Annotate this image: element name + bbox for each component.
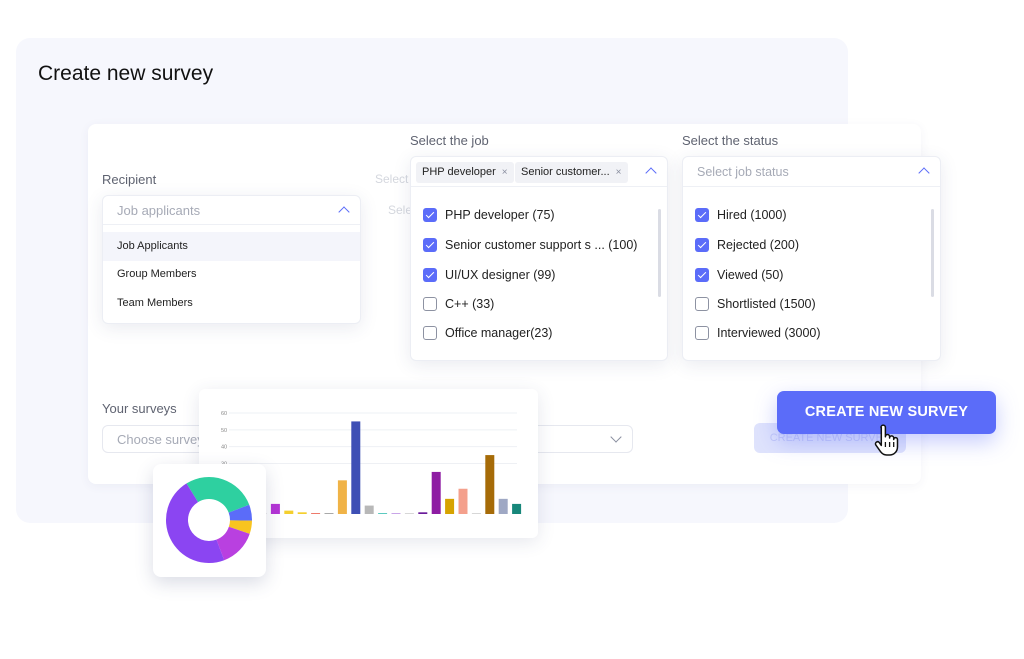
checkbox-checked-icon[interactable]	[423, 268, 437, 282]
y-tick-label: 60	[221, 411, 227, 417]
bar	[364, 505, 374, 514]
checkbox-icon[interactable]	[423, 326, 437, 340]
bar	[297, 512, 307, 514]
donut-chart	[165, 477, 252, 563]
status-placeholder: Select job status	[697, 165, 789, 179]
surveys-label: Your surveys	[102, 401, 177, 416]
job-select[interactable]: PHP developer × Senior customer... ×	[411, 157, 667, 187]
bar	[498, 498, 508, 514]
checkbox-checked-icon[interactable]	[423, 238, 437, 252]
status-scrollbar[interactable]	[931, 209, 934, 297]
status-option[interactable]: Interviewed (3000)	[695, 323, 821, 343]
hand-pointer-icon	[874, 424, 899, 456]
status-option-label: Hired (1000)	[717, 208, 787, 222]
job-option-label: Senior customer support s ... (100)	[445, 238, 638, 252]
job-dropdown[interactable]: PHP developer × Senior customer... × PHP d…	[410, 156, 668, 361]
bar	[471, 513, 481, 514]
recipient-dropdown[interactable]: Job applicants Job Applicants Group Memb…	[102, 195, 361, 324]
recipient-label: Recipient	[102, 172, 157, 187]
job-scrollbar[interactable]	[658, 209, 661, 297]
bar	[485, 455, 495, 514]
status-option[interactable]: Hired (1000)	[695, 205, 786, 225]
y-tick-label: 40	[221, 445, 227, 451]
job-option[interactable]: Senior customer support s ... (100)	[423, 235, 637, 255]
bar	[391, 513, 401, 514]
checkbox-icon[interactable]	[423, 297, 437, 311]
chevron-down-icon[interactable]	[610, 431, 622, 443]
bar	[311, 513, 321, 514]
bar	[351, 421, 361, 514]
status-dropdown[interactable]: Select job status Hired (1000) Rejected …	[682, 156, 941, 361]
recipient-option-team-members[interactable]: Team Members	[103, 289, 360, 318]
donut-chart-card	[153, 464, 266, 577]
checkbox-checked-icon[interactable]	[423, 208, 437, 222]
recipient-option-job-applicants[interactable]: Job Applicants	[103, 232, 360, 261]
recipient-placeholder: Job applicants	[117, 203, 201, 218]
job-option[interactable]: UI/UX designer (99)	[423, 265, 555, 285]
checkbox-checked-icon[interactable]	[695, 238, 709, 252]
page-title: Create new survey	[38, 62, 214, 85]
job-tag-senior-label: Senior customer...	[521, 166, 610, 178]
job-option-label: Office manager(23)	[445, 326, 553, 340]
chevron-up-icon[interactable]	[918, 167, 930, 179]
job-option-label: C++ (33)	[445, 297, 495, 311]
bar	[324, 513, 334, 514]
status-label: Select the status	[682, 133, 779, 148]
bar	[270, 503, 280, 514]
job-label: Select the job	[410, 133, 489, 148]
status-select[interactable]: Select job status	[683, 157, 940, 187]
survey-placeholder: Choose survey	[117, 432, 204, 447]
job-option-label: PHP developer (75)	[445, 208, 555, 222]
close-icon[interactable]: ×	[616, 167, 622, 178]
job-option-label: UI/UX designer (99)	[445, 268, 556, 282]
close-icon[interactable]: ×	[502, 167, 508, 178]
donut-slice	[186, 477, 250, 513]
recipient-select[interactable]: Job applicants	[103, 196, 360, 225]
bar	[512, 503, 522, 514]
bar	[337, 480, 347, 514]
job-tag-php-label: PHP developer	[422, 166, 496, 178]
bar	[404, 513, 414, 514]
checkbox-checked-icon[interactable]	[695, 268, 709, 282]
bar	[378, 513, 388, 514]
chevron-up-icon[interactable]	[338, 206, 350, 218]
checkbox-icon[interactable]	[695, 297, 709, 311]
job-tag-senior[interactable]: Senior customer... ×	[515, 162, 628, 183]
bar	[284, 510, 294, 514]
status-option[interactable]: Viewed (50)	[695, 265, 783, 285]
status-option-label: Viewed (50)	[717, 268, 784, 282]
status-option[interactable]: Rejected (200)	[695, 235, 799, 255]
background-select-hint: Select	[375, 172, 409, 186]
recipient-option-group-members[interactable]: Group Members	[103, 260, 360, 289]
bar	[431, 471, 441, 514]
status-option-label: Rejected (200)	[717, 238, 799, 252]
job-option[interactable]: PHP developer (75)	[423, 205, 555, 225]
status-option-label: Interviewed (3000)	[717, 326, 821, 340]
checkbox-checked-icon[interactable]	[695, 208, 709, 222]
bar	[445, 498, 455, 514]
job-option[interactable]: C++ (33)	[423, 294, 494, 314]
bar	[458, 488, 468, 514]
chevron-up-icon[interactable]	[645, 167, 657, 179]
bar	[418, 512, 428, 514]
y-tick-label: 50	[221, 428, 227, 434]
job-tag-php[interactable]: PHP developer ×	[416, 162, 514, 183]
checkbox-icon[interactable]	[695, 326, 709, 340]
job-option[interactable]: Office manager(23)	[423, 323, 552, 343]
status-option-label: Shortlisted (1500)	[717, 297, 816, 311]
status-option[interactable]: Shortlisted (1500)	[695, 294, 816, 314]
